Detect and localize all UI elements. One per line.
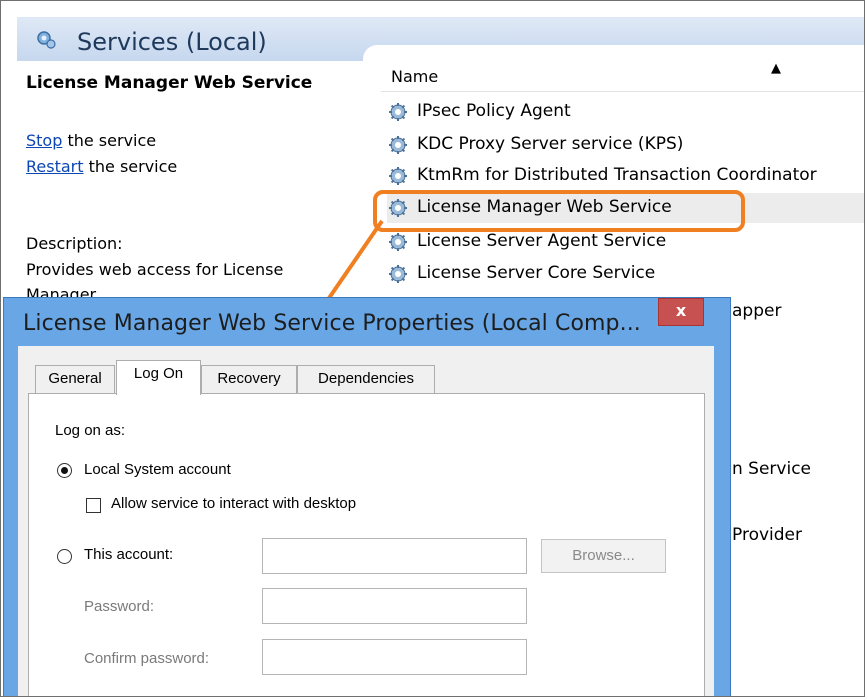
log-on-as-label: Log on as:	[55, 422, 126, 439]
close-icon: x	[675, 301, 687, 320]
interact-desktop-checkbox[interactable]	[86, 498, 101, 513]
stop-service-line: Stop the service	[26, 131, 156, 150]
service-row[interactable]: IPsec Policy Agent	[387, 97, 864, 127]
partial-service-text: n Service	[732, 459, 812, 479]
gear-icon	[389, 265, 407, 283]
gear-icon	[389, 233, 407, 251]
gear-icon	[389, 136, 407, 154]
service-row[interactable]: KtmRm for Distributed Transaction Coordi…	[387, 161, 864, 191]
restart-service-line: Restart the service	[26, 157, 177, 176]
restart-link[interactable]: Restart	[26, 157, 84, 176]
name-column-label: Name	[391, 67, 439, 86]
highlight-annotation	[373, 190, 745, 232]
dialog-title: License Manager Web Service Properties (…	[23, 311, 641, 336]
interact-desktop-label: Allow service to interact with desktop	[111, 495, 357, 512]
service-row[interactable]: KDC Proxy Server service (KPS)	[387, 130, 864, 160]
service-name: IPsec Policy Agent	[417, 101, 571, 121]
this-account-radio[interactable]	[57, 549, 72, 564]
confirm-password-label: Confirm password:	[84, 650, 210, 667]
partial-service-text: Provider	[732, 525, 802, 545]
this-account-label: This account:	[84, 546, 174, 563]
service-row[interactable]: License Server Core Service	[387, 259, 864, 289]
tab-recovery[interactable]: Recovery	[201, 365, 297, 394]
gear-icon	[389, 167, 407, 185]
restart-suffix: the service	[83, 157, 178, 176]
service-name: KtmRm for Distributed Transaction Coordi…	[417, 165, 817, 185]
gear-icon	[389, 103, 407, 121]
close-button[interactable]: x	[658, 298, 704, 326]
services-title: Services (Local)	[77, 28, 267, 56]
service-name: License Server Agent Service	[417, 231, 667, 251]
local-system-label: Local System account	[84, 461, 231, 478]
services-icon	[37, 31, 56, 49]
confirm-password-field[interactable]	[262, 639, 527, 675]
screenshot-frame: Services (Local) License Manager Web Ser…	[0, 0, 865, 697]
password-field[interactable]	[262, 588, 527, 624]
description-text-line1: Provides web access for License	[26, 260, 284, 279]
browse-button[interactable]: Browse...	[541, 539, 666, 573]
this-account-field[interactable]	[262, 538, 527, 574]
service-name: KDC Proxy Server service (KPS)	[417, 134, 684, 154]
password-label: Password:	[84, 598, 155, 615]
tab-general[interactable]: General	[35, 365, 115, 394]
tab-dependencies[interactable]: Dependencies	[297, 365, 435, 394]
selected-service-title: License Manager Web Service	[26, 73, 313, 93]
service-name: License Server Core Service	[417, 263, 656, 283]
stop-link[interactable]: Stop	[26, 131, 62, 150]
tab-log-on[interactable]: Log On	[116, 360, 201, 395]
description-label: Description:	[26, 234, 123, 253]
local-system-radio[interactable]	[57, 463, 72, 478]
sort-ascending-icon: ▲	[771, 61, 781, 76]
partial-service-text: apper	[732, 301, 782, 321]
stop-suffix: the service	[62, 131, 157, 150]
name-column-header[interactable]	[381, 61, 864, 92]
